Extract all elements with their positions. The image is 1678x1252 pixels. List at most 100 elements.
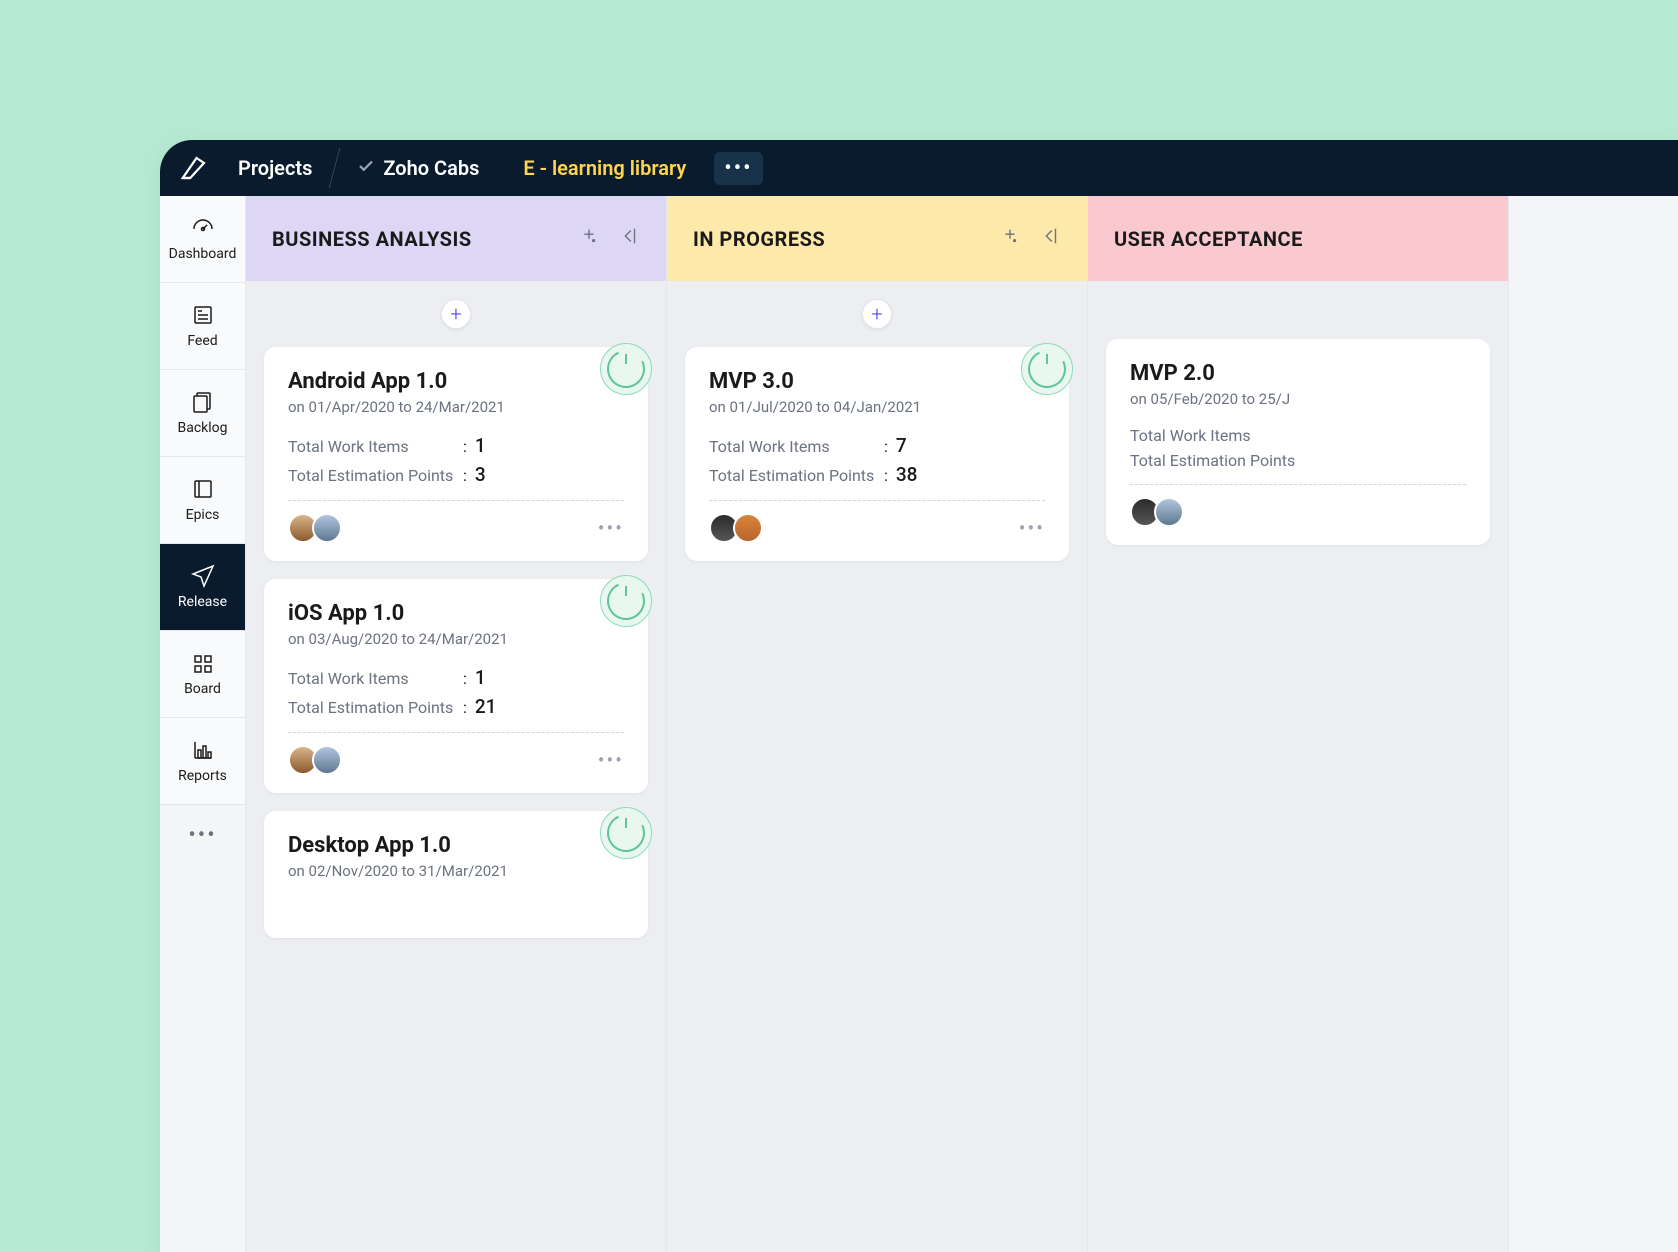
sidebar-item-label: Dashboard [169, 246, 237, 262]
plus-icon: + [450, 302, 461, 326]
release-card[interactable]: MVP 2.0 on 05/Feb/2020 to 25/J Total Wor… [1106, 339, 1490, 545]
sidebar-item-reports[interactable]: Reports [160, 718, 245, 805]
progress-gauge-icon [600, 575, 652, 627]
work-items-value: 7 [896, 434, 907, 457]
card-dates: on 02/Nov/2020 to 31/Mar/2021 [288, 862, 624, 880]
add-card-button[interactable]: + [441, 299, 471, 329]
card-more-button[interactable]: ••• [1019, 516, 1045, 540]
breadcrumb-project[interactable]: Zoho Cabs [335, 156, 501, 180]
nav-projects[interactable]: Projects [216, 156, 334, 180]
card-title: MVP 2.0 [1130, 361, 1466, 386]
est-points-value: 38 [896, 463, 918, 486]
avatar[interactable] [312, 745, 342, 775]
reports-icon [191, 738, 215, 762]
column-title: IN PROGRESS [693, 227, 825, 251]
sidebar-item-label: Epics [186, 507, 220, 523]
breadcrumb-current[interactable]: E - learning library [501, 156, 708, 180]
card-avatars [288, 745, 336, 775]
gauge-icon [191, 216, 215, 240]
release-card[interactable]: Android App 1.0 on 01/Apr/2020 to 24/Mar… [264, 347, 648, 561]
card-title: iOS App 1.0 [288, 601, 624, 626]
column-add-icon[interactable] [578, 225, 600, 252]
card-more-button[interactable]: ••• [598, 748, 624, 772]
card-avatars [709, 513, 757, 543]
column-collapse-icon[interactable] [1039, 225, 1061, 252]
sidebar-more-button[interactable]: ••• [160, 805, 245, 865]
card-divider [709, 500, 1045, 501]
progress-gauge-icon [600, 343, 652, 395]
column-body: + MVP 3.0 on 01/Jul/2020 to 04/Jan/2021 … [667, 281, 1087, 1252]
est-points-label: Total Estimation Points [288, 466, 463, 485]
card-avatars [1130, 497, 1178, 527]
feed-icon [191, 303, 215, 327]
column-title: USER ACCEPTANCE [1114, 227, 1303, 251]
column-body: MVP 2.0 on 05/Feb/2020 to 25/J Total Wor… [1088, 281, 1508, 1252]
column-add-icon[interactable] [999, 225, 1021, 252]
breadcrumb-current-label: E - learning library [523, 156, 686, 180]
sidebar-item-board[interactable]: Board [160, 631, 245, 718]
nav-projects-label: Projects [238, 156, 312, 180]
sidebar-item-label: Release [178, 594, 227, 610]
breadcrumb-project-label: Zoho Cabs [383, 156, 479, 180]
board-column: IN PROGRESS + MVP 3.0 on 01/Jul/2020 to … [667, 196, 1088, 1252]
est-points-label: Total Estimation Points [288, 698, 463, 717]
card-more-button[interactable]: ••• [598, 516, 624, 540]
nav-more-button[interactable]: ••• [714, 152, 762, 185]
work-items-value: 1 [475, 666, 486, 689]
check-icon [357, 156, 375, 180]
sidebar-item-epics[interactable]: Epics [160, 457, 245, 544]
card-divider [288, 500, 624, 501]
card-divider [288, 732, 624, 733]
work-items-label: Total Work Items [288, 669, 463, 688]
column-body: + Android App 1.0 on 01/Apr/2020 to 24/M… [246, 281, 666, 1252]
column-header: IN PROGRESS [667, 196, 1087, 281]
board-icon [191, 651, 215, 675]
work-items-value: 1 [475, 434, 486, 457]
est-points-value: 21 [475, 695, 497, 718]
sidebar-item-release[interactable]: Release [160, 544, 245, 631]
sidebar-item-label: Feed [187, 333, 217, 349]
topbar: Projects Zoho Cabs E - learning library … [160, 140, 1678, 196]
plus-icon: + [871, 302, 882, 326]
board-column: USER ACCEPTANCE MVP 2.0 on 05/Feb/2020 t… [1088, 196, 1509, 1252]
card-dates: on 01/Apr/2020 to 24/Mar/2021 [288, 398, 624, 416]
app-window: Projects Zoho Cabs E - learning library … [160, 140, 1678, 1252]
avatar[interactable] [733, 513, 763, 543]
est-points-value: 3 [475, 463, 486, 486]
epics-icon [191, 477, 215, 501]
sidebar-item-label: Backlog [177, 420, 227, 436]
sidebar-item-backlog[interactable]: Backlog [160, 370, 245, 457]
progress-gauge-icon [1021, 343, 1073, 395]
app-layout: Dashboard Feed Backlog Epics Release Boa… [160, 196, 1678, 1252]
card-title: Desktop App 1.0 [288, 833, 624, 858]
est-points-label: Total Estimation Points [1130, 451, 1305, 470]
column-collapse-icon[interactable] [618, 225, 640, 252]
avatar[interactable] [312, 513, 342, 543]
add-card-button[interactable]: + [862, 299, 892, 329]
board-column: BUSINESS ANALYSIS + Android App 1.0 on 0… [246, 196, 667, 1252]
column-header: BUSINESS ANALYSIS [246, 196, 666, 281]
app-logo-icon[interactable] [172, 146, 216, 190]
card-dates: on 05/Feb/2020 to 25/J [1130, 390, 1466, 408]
release-card[interactable]: iOS App 1.0 on 03/Aug/2020 to 24/Mar/202… [264, 579, 648, 793]
card-title: Android App 1.0 [288, 369, 624, 394]
release-card[interactable]: MVP 3.0 on 01/Jul/2020 to 04/Jan/2021 To… [685, 347, 1069, 561]
card-avatars [288, 513, 336, 543]
work-items-label: Total Work Items [709, 437, 884, 456]
card-dates: on 01/Jul/2020 to 04/Jan/2021 [709, 398, 1045, 416]
sidebar-item-feed[interactable]: Feed [160, 283, 245, 370]
est-points-label: Total Estimation Points [709, 466, 884, 485]
avatar[interactable] [1154, 497, 1184, 527]
card-title: MVP 3.0 [709, 369, 1045, 394]
sidebar-item-label: Reports [178, 768, 227, 784]
release-card[interactable]: Desktop App 1.0 on 02/Nov/2020 to 31/Mar… [264, 811, 648, 938]
more-icon: ••• [188, 823, 216, 848]
card-dates: on 03/Aug/2020 to 24/Mar/2021 [288, 630, 624, 648]
kanban-board: BUSINESS ANALYSIS + Android App 1.0 on 0… [246, 196, 1678, 1252]
card-divider [1130, 484, 1466, 485]
sidebar-item-label: Board [184, 681, 221, 697]
work-items-label: Total Work Items [1130, 426, 1305, 445]
more-icon: ••• [724, 156, 752, 181]
column-header: USER ACCEPTANCE [1088, 196, 1508, 281]
sidebar-item-dashboard[interactable]: Dashboard [160, 196, 245, 283]
